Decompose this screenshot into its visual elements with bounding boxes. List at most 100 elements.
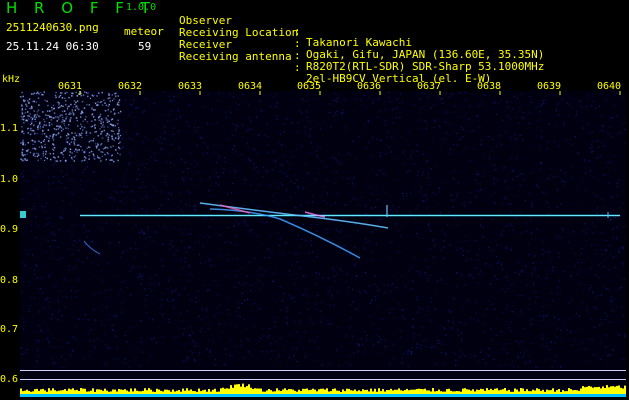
noise-speck — [524, 349, 526, 351]
activity-bar — [394, 389, 396, 394]
noise-speck — [495, 278, 497, 280]
noise-speck — [139, 275, 141, 278]
noise-speck — [392, 308, 394, 310]
noise-speck — [401, 309, 403, 311]
noise-speck — [539, 315, 541, 317]
noise-speck — [416, 144, 418, 146]
noise-speck — [571, 247, 573, 249]
noise-speck — [118, 136, 120, 139]
activity-bar — [364, 390, 366, 394]
noise-speck — [331, 297, 333, 299]
noise-speck — [469, 160, 471, 162]
noise-speck — [610, 299, 612, 302]
noise-speck — [34, 269, 36, 271]
noise-speck — [126, 186, 128, 188]
noise-speck — [27, 100, 29, 102]
noise-speck — [285, 191, 287, 193]
noise-speck — [76, 144, 79, 146]
noise-speck — [313, 340, 315, 342]
activity-bar — [354, 389, 356, 394]
noise-speck — [241, 293, 244, 295]
noise-speck — [349, 100, 351, 102]
noise-speck — [390, 151, 392, 153]
noise-speck — [524, 362, 527, 364]
noise-speck — [124, 100, 126, 102]
activity-bar — [256, 388, 258, 394]
noise-speck — [426, 207, 428, 209]
noise-speck — [273, 151, 275, 153]
noise-speck — [350, 325, 352, 327]
noise-speck — [332, 157, 334, 159]
noise-speck — [271, 221, 273, 224]
activity-bar — [484, 390, 486, 394]
noise-speck — [91, 113, 94, 115]
noise-speck — [397, 98, 399, 100]
noise-speck — [471, 274, 473, 276]
noise-speck — [91, 107, 93, 109]
noise-speck — [608, 269, 610, 271]
noise-speck — [232, 96, 234, 98]
noise-speck — [35, 92, 38, 95]
noise-speck — [77, 259, 79, 261]
activity-bar — [28, 390, 30, 394]
noise-speck — [574, 265, 576, 267]
info-separator: : — [294, 37, 301, 50]
noise-speck — [86, 256, 88, 259]
noise-speck — [403, 308, 405, 310]
noise-speck — [209, 355, 211, 357]
noise-speck — [556, 238, 559, 240]
noise-speck — [346, 177, 348, 180]
noise-speck — [23, 118, 25, 121]
noise-speck — [185, 203, 187, 205]
noise-speck — [395, 210, 397, 212]
activity-bar — [506, 390, 508, 394]
noise-speck — [303, 275, 305, 277]
noise-speck — [33, 124, 35, 127]
noise-speck — [26, 153, 28, 155]
noise-speck — [434, 193, 436, 195]
noise-speck — [211, 123, 214, 125]
noise-speck — [444, 234, 446, 236]
noise-speck — [548, 323, 550, 326]
activity-bar — [332, 388, 334, 394]
noise-speck — [134, 357, 136, 359]
noise-speck — [597, 218, 599, 220]
noise-speck — [64, 92, 66, 95]
noise-speck — [428, 222, 430, 224]
noise-speck — [241, 153, 243, 155]
noise-speck — [117, 357, 119, 359]
noise-speck — [415, 347, 417, 350]
noise-speck — [47, 223, 49, 225]
noise-speck — [538, 169, 540, 171]
noise-speck — [39, 288, 41, 290]
noise-speck — [535, 366, 537, 368]
noise-speck — [80, 123, 82, 126]
noise-speck — [422, 167, 424, 169]
noise-speck — [575, 313, 578, 315]
noise-speck — [29, 107, 31, 110]
noise-speck — [228, 111, 230, 113]
noise-speck — [494, 203, 496, 205]
noise-speck — [36, 279, 38, 281]
noise-speck — [540, 163, 542, 165]
noise-speck — [63, 278, 65, 280]
noise-speck — [22, 95, 24, 98]
noise-speck — [25, 349, 27, 351]
noise-speck — [544, 252, 546, 254]
noise-speck — [86, 134, 88, 136]
noise-speck — [549, 167, 551, 170]
noise-speck — [525, 222, 527, 224]
noise-speck — [505, 131, 507, 134]
noise-speck — [112, 124, 114, 126]
noise-speck — [134, 242, 136, 244]
noise-speck — [155, 274, 157, 276]
noise-speck — [111, 289, 113, 291]
noise-speck — [61, 130, 63, 132]
noise-speck — [168, 321, 170, 323]
noise-speck — [37, 97, 40, 99]
noise-speck — [427, 173, 429, 175]
noise-speck — [114, 190, 116, 192]
noise-speck — [491, 340, 493, 342]
noise-speck — [340, 230, 342, 232]
noise-speck — [474, 355, 476, 357]
